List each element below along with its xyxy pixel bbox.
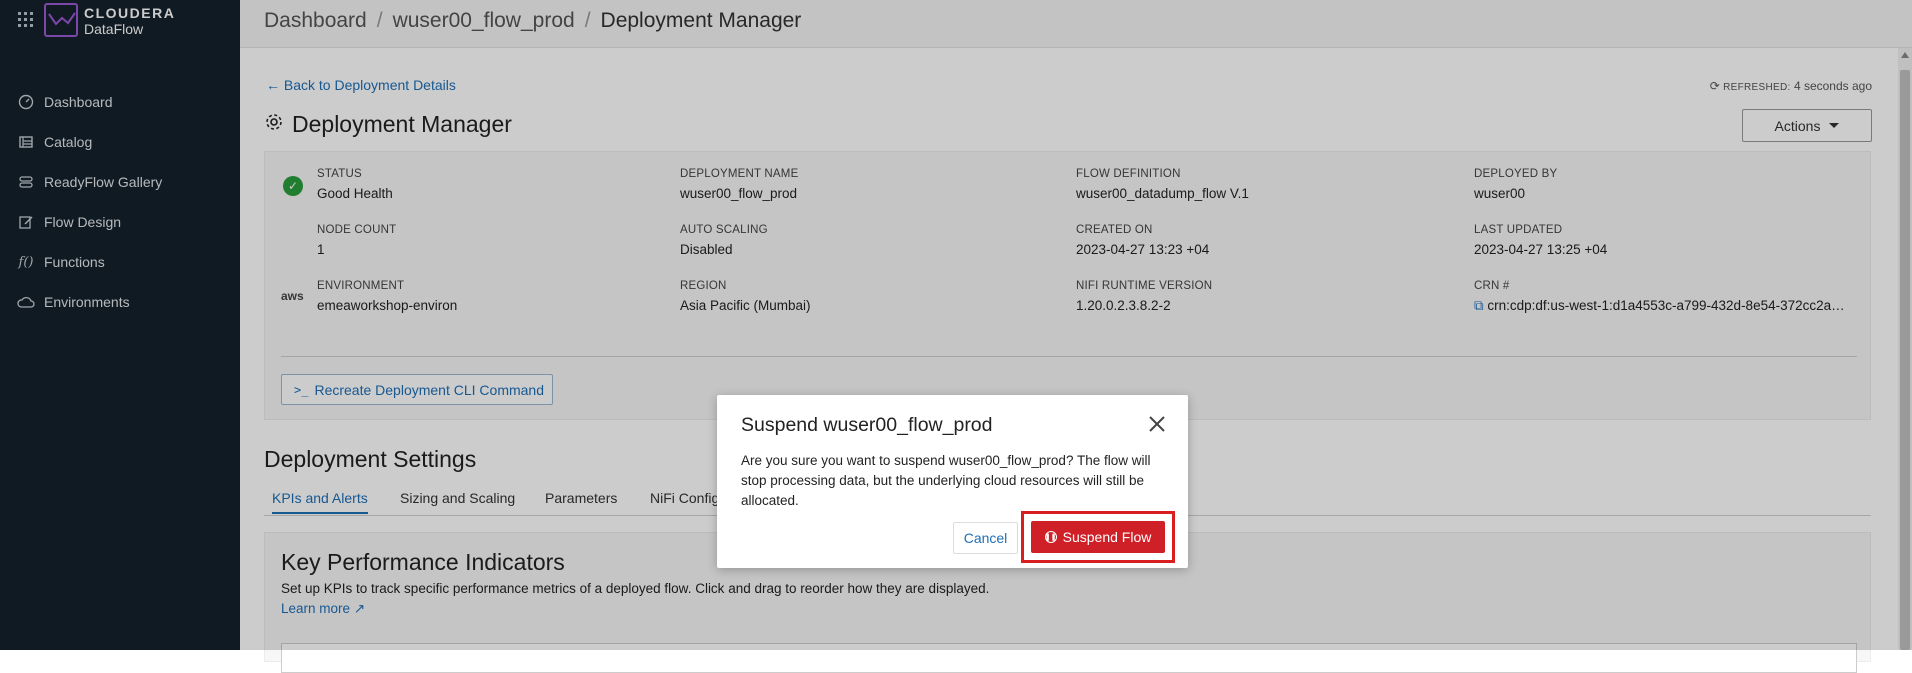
highlight-box: ❚❚ Suspend Flow <box>1021 511 1175 563</box>
cancel-button[interactable]: Cancel <box>953 522 1018 554</box>
suspend-flow-dialog: Suspend wuser00_flow_prod Are you sure y… <box>717 395 1188 568</box>
close-icon[interactable] <box>1148 413 1166 439</box>
suspend-flow-button[interactable]: ❚❚ Suspend Flow <box>1031 521 1165 553</box>
dialog-message: Are you sure you want to suspend wuser00… <box>741 453 1151 508</box>
suspend-flow-label: Suspend Flow <box>1062 529 1152 545</box>
pause-icon: ❚❚ <box>1044 531 1057 543</box>
dialog-title: Suspend wuser00_flow_prod <box>741 414 993 436</box>
